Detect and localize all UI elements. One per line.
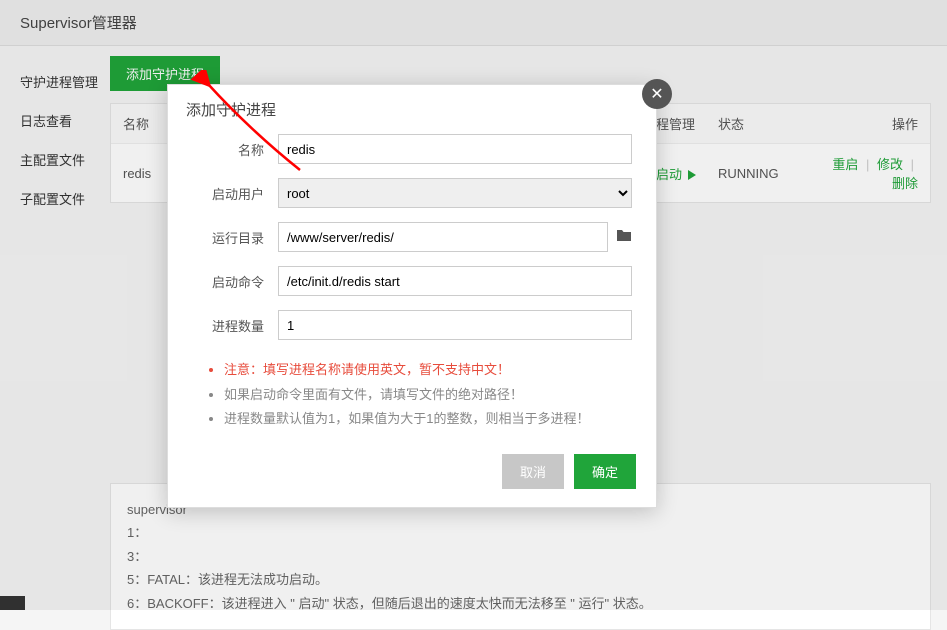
label-dir: 运行目录 xyxy=(192,228,278,247)
sidebar: 守护进程管理 日志查看 主配置文件 子配置文件 xyxy=(0,46,110,630)
tip-line: 5：FATAL：该进程无法成功启动。 xyxy=(127,568,914,591)
tip-line: 3： xyxy=(127,545,914,568)
sidebar-item-log-view[interactable]: 日志查看 xyxy=(20,101,110,140)
th-ops: 操作 xyxy=(818,114,918,133)
label-user: 启动用户 xyxy=(192,184,278,203)
folder-icon[interactable] xyxy=(616,228,632,247)
note-line: 如果启动命令里面有文件，请填写文件的绝对路径！ xyxy=(224,383,626,408)
cell-status: RUNNING xyxy=(718,166,818,181)
th-status: 状态 xyxy=(718,114,818,133)
bottom-strip xyxy=(0,596,25,610)
cell-ops: 重启 | 修改 | 删除 xyxy=(818,154,918,192)
label-cmd: 启动命令 xyxy=(192,272,278,291)
play-icon xyxy=(688,170,696,180)
close-icon[interactable]: ✕ xyxy=(642,79,672,109)
add-process-modal: ✕ 添加守护进程 名称 启动用户 root 运行目录 启动命令 进程数量 注意：… xyxy=(167,84,657,508)
modal-title: 添加守护进程 xyxy=(168,85,656,134)
op-modify[interactable]: 修改 xyxy=(877,157,903,172)
modal-notes: 注意：填写进程名称请使用英文，暂不支持中文！ 如果启动命令里面有文件，请填写文件… xyxy=(168,354,656,442)
page-title: Supervisor管理器 xyxy=(0,0,947,46)
note-warning: 注意：填写进程名称请使用英文，暂不支持中文！ xyxy=(224,358,626,383)
select-user[interactable]: root xyxy=(278,178,632,208)
sidebar-item-main-config[interactable]: 主配置文件 xyxy=(20,140,110,179)
ok-button[interactable]: 确定 xyxy=(574,454,636,489)
tip-line: 1： xyxy=(127,521,914,544)
op-restart[interactable]: 重启 xyxy=(832,157,858,172)
cancel-button[interactable]: 取消 xyxy=(502,454,564,489)
input-dir[interactable] xyxy=(278,222,608,252)
input-name[interactable] xyxy=(278,134,632,164)
sidebar-item-sub-config[interactable]: 子配置文件 xyxy=(20,179,110,218)
sidebar-item-process-mgr[interactable]: 守护进程管理 xyxy=(20,62,110,101)
input-cmd[interactable] xyxy=(278,266,632,296)
input-count[interactable] xyxy=(278,310,632,340)
tip-line: 6：BACKOFF：该进程进入 " 启动" 状态，但随后退出的速度太快而无法移至… xyxy=(127,592,914,615)
op-delete[interactable]: 删除 xyxy=(892,176,918,191)
label-count: 进程数量 xyxy=(192,316,278,335)
label-name: 名称 xyxy=(192,140,278,159)
note-line: 进程数量默认值为1，如果值为大于1的整数，则相当于多进程！ xyxy=(224,407,626,432)
